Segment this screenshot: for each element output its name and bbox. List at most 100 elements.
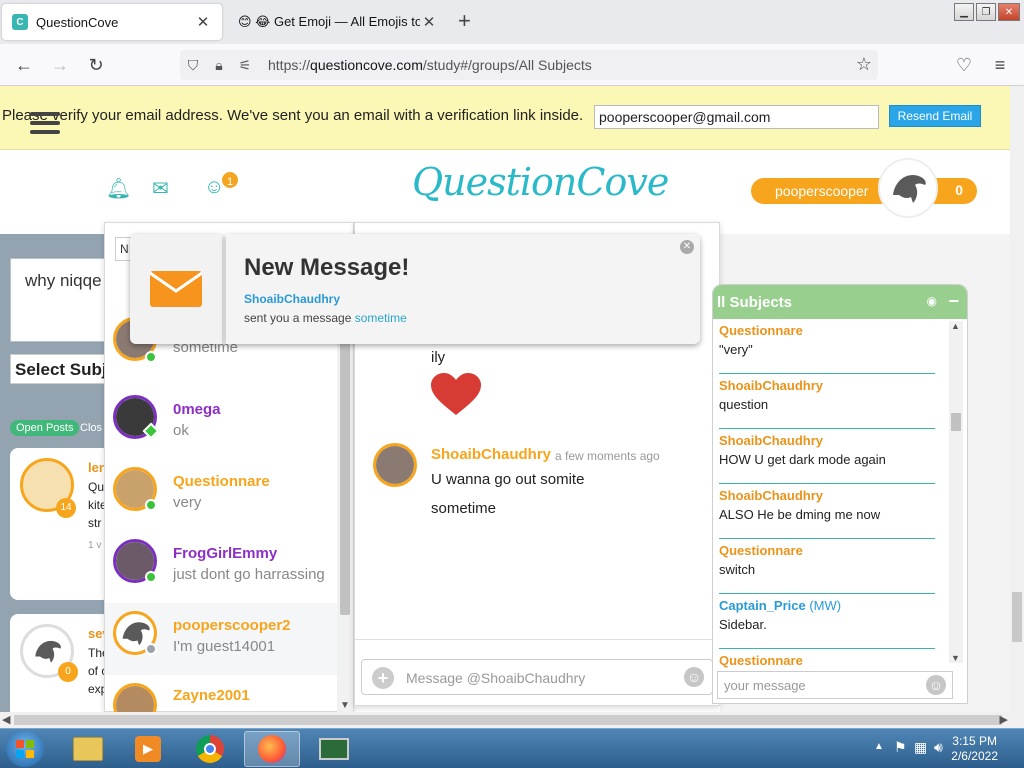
page-viewport: Please verify your email address. We've …	[0, 86, 1010, 712]
group-message: Questionnare "very"	[719, 319, 935, 374]
lock-icon[interactable]: 🔒︎	[206, 57, 232, 74]
forward-arrow-icon[interactable]: →	[48, 53, 72, 77]
media-player-taskbar-icon[interactable]: ▶	[120, 731, 176, 767]
emoji-picker-icon[interactable]: ☺	[926, 675, 946, 695]
group-message-text: "very"	[719, 342, 753, 357]
group-message: ShoaibChaudhry ALSO He be dming me now	[719, 484, 935, 539]
start-button[interactable]	[6, 731, 44, 767]
direct-message-input[interactable]: + Message @ShoaibChaudhry ☺	[361, 659, 713, 695]
group-message-author[interactable]: ShoaibChaudhry	[719, 378, 823, 393]
conversation-name: Questionnare	[173, 473, 270, 490]
notification-message-link[interactable]: sometime	[355, 311, 407, 325]
conversation-name: Zayne2001	[173, 687, 250, 704]
close-tab-icon[interactable]: ✕	[420, 13, 438, 31]
windows-logo-icon	[16, 740, 34, 758]
conversation-preview: very	[173, 494, 202, 511]
group-chat-scrollbar[interactable]: ▲ ▼	[949, 321, 963, 663]
hamburger-menu-icon[interactable]	[30, 112, 60, 139]
hide-eye-icon[interactable]: ◉	[927, 294, 937, 308]
group-message-author[interactable]: ShoaibChaudhry	[719, 433, 823, 448]
group-message-author[interactable]: Questionnare	[719, 323, 803, 338]
scroll-down-arrow-icon[interactable]: ▼	[951, 653, 960, 663]
scroll-left-arrow-icon[interactable]: ◀	[2, 713, 10, 726]
browser-tab-bar: C QuestionCove ✕ 😊 😂 Get Emoji — All Emo…	[0, 0, 1024, 44]
email-field[interactable]	[594, 105, 879, 129]
group-chat-title: ll Subjects	[717, 294, 793, 311]
questioncove-logo[interactable]: QuestionCove	[412, 160, 669, 204]
avatar	[113, 683, 157, 712]
post-card[interactable]: 14 len Qu kite str 1 v	[10, 448, 110, 600]
tab-get-emoji[interactable]: 😊 😂 Get Emoji — All Emojis to ✂️ ✕	[228, 4, 448, 40]
scroll-down-arrow-icon[interactable]: ▼	[340, 700, 350, 711]
avatar[interactable]	[373, 443, 417, 487]
firefox-taskbar-icon[interactable]	[244, 731, 300, 767]
select-subject-dropdown[interactable]: Select Subj	[10, 354, 110, 384]
pocket-icon[interactable]: ♡	[952, 53, 976, 77]
group-message-text: question	[719, 397, 769, 412]
post-card[interactable]: 0 sev The of c exp	[10, 614, 110, 712]
notification-sender[interactable]: ShoaibChaudhry	[244, 292, 340, 306]
shield-icon[interactable]: ⛉	[180, 57, 206, 74]
scrollbar-thumb[interactable]	[1012, 592, 1022, 642]
add-attachment-icon[interactable]: +	[372, 667, 394, 689]
close-tab-icon[interactable]: ✕	[194, 13, 212, 31]
chrome-taskbar-icon[interactable]	[182, 731, 238, 767]
list-item[interactable]: FrogGirlEmmy just dont go harrassing	[105, 531, 337, 603]
show-hidden-icons-arrow-icon[interactable]: ▲	[874, 741, 884, 752]
permissions-icon[interactable]: ⚟	[232, 57, 258, 74]
questioncove-favicon-icon: C	[12, 14, 28, 30]
ask-question-input[interactable]: why niqqe	[10, 258, 110, 342]
address-bar[interactable]: ⛉ 🔒︎ ⚟ https://questioncove.com/study#/g…	[180, 50, 878, 80]
notification-body: New Message! ShoaibChaudhry sent you a m…	[226, 234, 700, 344]
group-message-author[interactable]: ShoaibChaudhry	[719, 488, 823, 503]
new-message-notification[interactable]: New Message! ShoaibChaudhry sent you a m…	[130, 234, 700, 346]
close-window-button[interactable]: ✕	[998, 3, 1020, 21]
group-chat-header[interactable]: ll Subjects ◉ −	[713, 285, 967, 319]
mail-icon[interactable]: ✉	[152, 176, 169, 201]
group-message-input[interactable]: your message ☺	[717, 671, 953, 699]
file-explorer-taskbar-icon[interactable]	[60, 731, 116, 767]
scrollbar-thumb[interactable]	[14, 715, 1002, 725]
list-item[interactable]: Questionnare very	[105, 459, 337, 531]
volume-icon[interactable]: 🔊︎	[934, 739, 943, 756]
avatar[interactable]	[878, 158, 938, 218]
minimize-icon[interactable]: −	[948, 291, 959, 312]
closed-posts-tab[interactable]: Clos	[80, 422, 102, 434]
message-sender[interactable]: ShoaibChaudhry	[431, 446, 551, 463]
maximize-window-button[interactable]: ❐	[976, 3, 996, 21]
scroll-up-arrow-icon[interactable]: ▲	[951, 321, 960, 331]
action-center-flag-icon[interactable]: ⚑	[894, 739, 907, 756]
group-message-author[interactable]: Captain_Price (MW)	[719, 598, 841, 613]
menu-icon[interactable]: ≡	[988, 53, 1012, 77]
bell-icon[interactable]: 🔔︎	[106, 176, 131, 201]
scroll-right-arrow-icon[interactable]: ▶	[1000, 713, 1008, 726]
conversation-preview: I'm guest14001	[173, 638, 276, 655]
open-posts-tab[interactable]: Open Posts	[10, 420, 80, 436]
tab-questioncove[interactable]: C QuestionCove ✕	[2, 4, 222, 40]
moderator-badge: (MW)	[809, 598, 842, 613]
task-manager-taskbar-icon[interactable]	[306, 731, 362, 767]
resend-email-button[interactable]: Resend Email	[889, 105, 981, 127]
new-tab-button[interactable]: +	[458, 10, 471, 32]
page-vertical-scrollbar[interactable]	[1010, 86, 1024, 712]
taskbar-clock[interactable]: 3:15 PM 2/6/2022	[951, 734, 998, 764]
group-message: Questionnare switch	[719, 539, 935, 594]
reload-icon[interactable]: ↻	[84, 53, 108, 77]
tab-title: QuestionCove	[36, 14, 119, 30]
list-item[interactable]: pooperscooper2 I'm guest14001	[105, 603, 337, 675]
network-icon[interactable]: ▦	[914, 739, 927, 756]
list-item[interactable]: 0mega ok	[105, 387, 337, 459]
page-horizontal-scrollbar[interactable]: ◀ ▶	[0, 712, 1024, 728]
close-icon[interactable]: ✕	[680, 240, 694, 254]
bookmark-star-icon[interactable]: ☆	[856, 54, 872, 75]
back-arrow-icon[interactable]: ←	[12, 53, 36, 77]
group-message-author[interactable]: Questionnare	[719, 653, 803, 668]
scrollbar-thumb[interactable]	[951, 413, 961, 431]
list-item[interactable]: Zayne2001	[105, 675, 337, 712]
group-message-author[interactable]: Questionnare	[719, 543, 803, 558]
minimize-window-button[interactable]: ▁	[954, 3, 974, 21]
emoji-picker-icon[interactable]: ☺	[684, 667, 704, 687]
tab-title: 😊 😂 Get Emoji — All Emojis to ✂️	[238, 14, 420, 29]
online-status-icon	[145, 571, 157, 583]
user-menu-pill[interactable]: pooperscooper 0	[751, 178, 977, 204]
